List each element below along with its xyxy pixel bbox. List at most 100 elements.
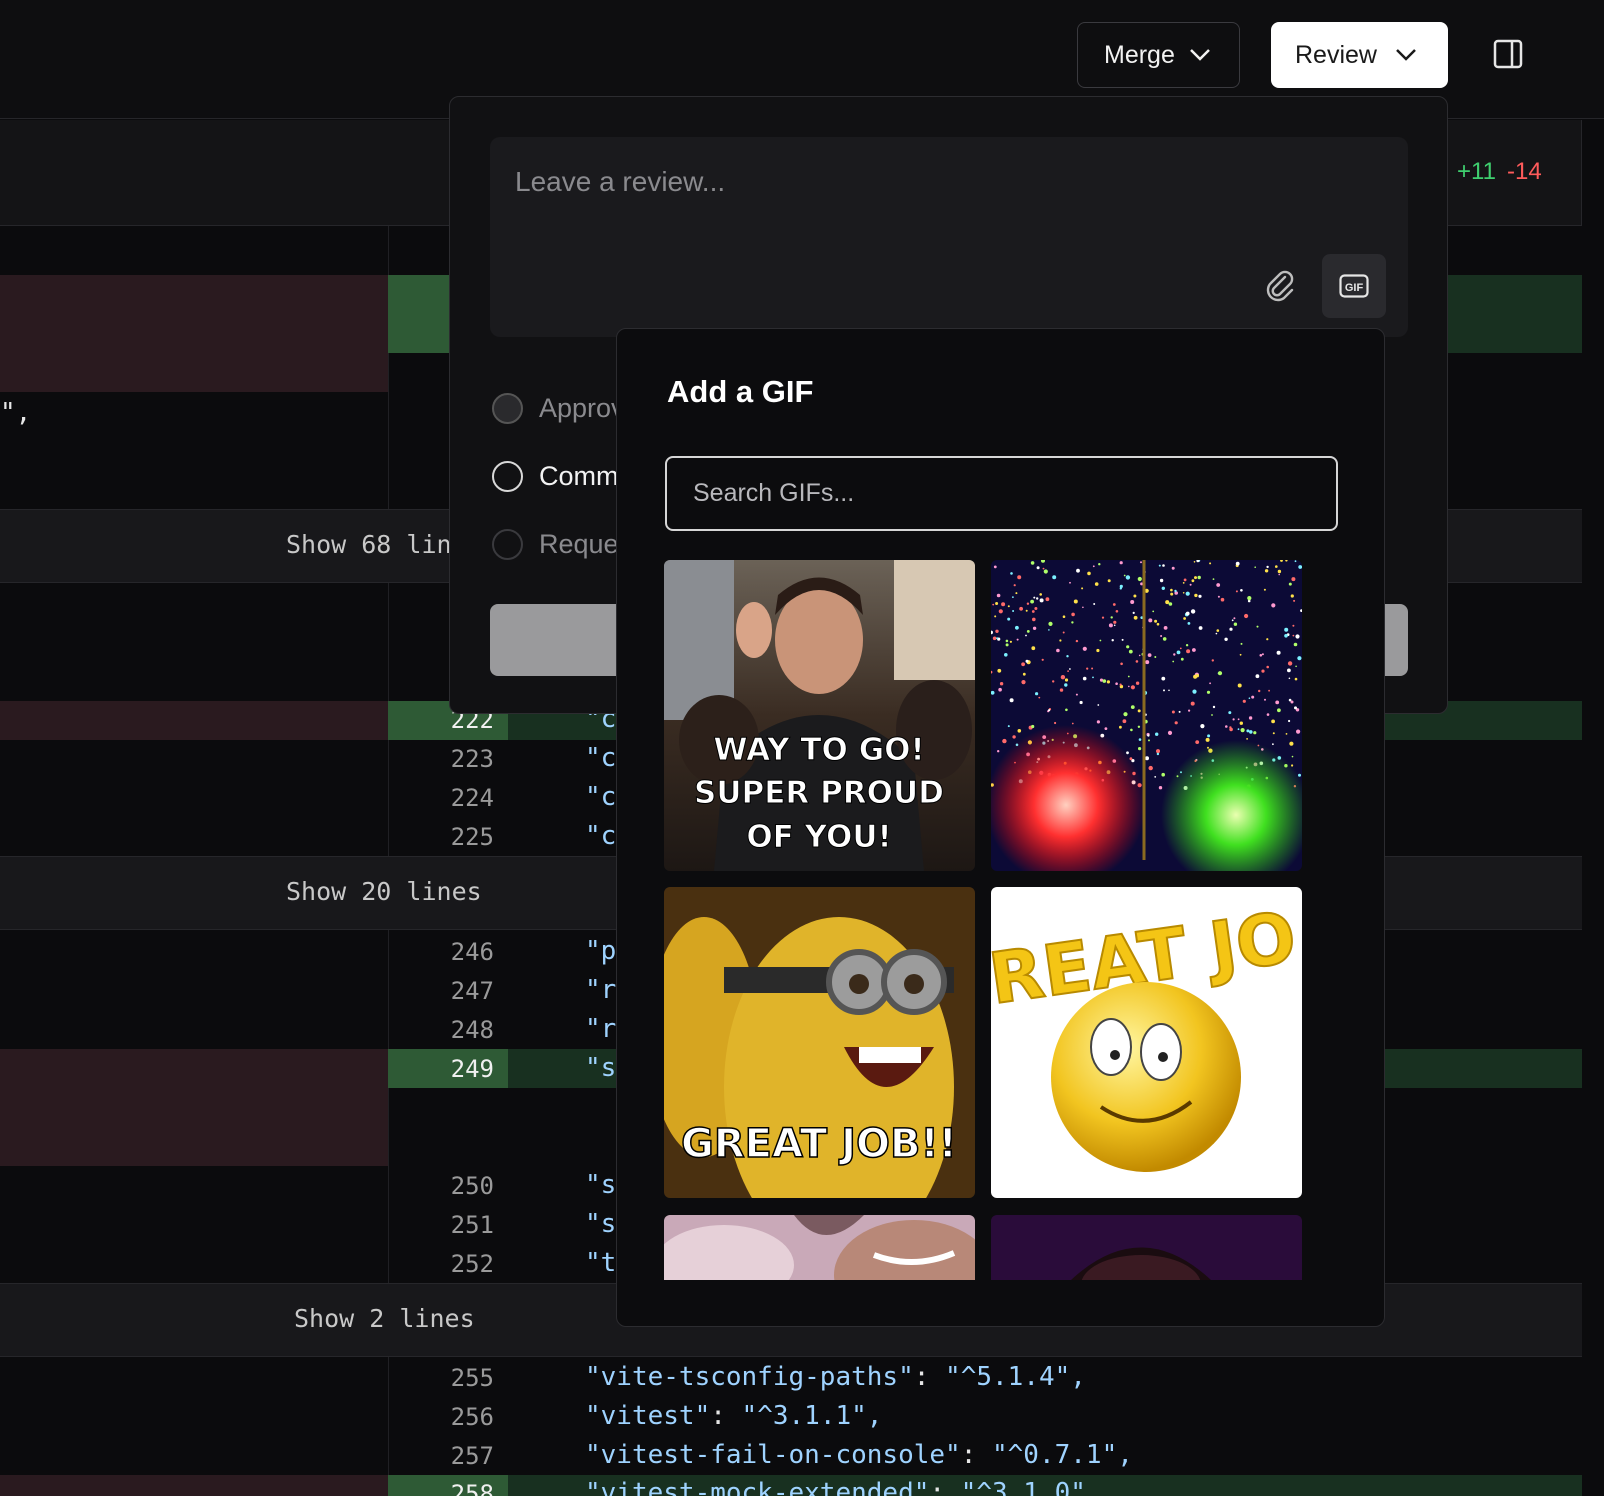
firework-sparkle <box>1147 653 1152 657</box>
firework-sparkle <box>1172 660 1175 663</box>
code-text: "c <box>585 782 617 812</box>
request-changes-radio[interactable] <box>492 529 523 560</box>
firework-sparkle <box>1064 683 1068 687</box>
firework-sparkle <box>1145 660 1150 665</box>
firework-sparkle <box>1007 605 1010 608</box>
firework-sparkle <box>1031 646 1036 651</box>
firework-sparkle <box>992 636 997 641</box>
firework-sparkle <box>1244 613 1249 619</box>
firework-sparkle <box>1032 617 1036 622</box>
firework-sparkle <box>1009 698 1014 703</box>
firework-sparkle <box>1062 615 1066 618</box>
firework-sparkle <box>1110 616 1113 619</box>
expand-lines-label[interactable]: Show 20 lines <box>286 877 482 906</box>
firework-sparkle <box>1217 671 1223 676</box>
gif-caption: WAY TO GO! <box>713 732 924 768</box>
firework-sparkle <box>992 603 995 606</box>
firework-sparkle <box>1062 631 1065 634</box>
gif-item[interactable]: WAY TO GO! SUPER PROUD OF YOU! <box>664 560 975 871</box>
firework-sparkle <box>1066 655 1069 658</box>
firework-sparkle <box>1292 634 1295 637</box>
firework-sparkle <box>1005 639 1009 643</box>
code-text: "r <box>585 975 617 1005</box>
firework-sparkle <box>1168 689 1170 692</box>
comment-radio[interactable] <box>492 461 523 492</box>
firework-sparkle <box>1007 725 1010 728</box>
firework-sparkle <box>1060 675 1066 680</box>
firework-sparkle <box>1036 566 1040 570</box>
firework-sparkle <box>1158 564 1161 567</box>
gif-button[interactable]: GIF <box>1322 254 1386 318</box>
firework-sparkle <box>1173 653 1176 656</box>
gif-image <box>991 560 1302 871</box>
firework-sparkle <box>1239 721 1243 725</box>
firework-sparkle <box>1266 665 1269 669</box>
review-button[interactable]: Review <box>1271 22 1448 88</box>
code-line: "vitest-fail-on-console": "^0.7.1", <box>585 1440 1133 1470</box>
firework-sparkle <box>1215 632 1218 635</box>
firework-sparkle <box>1137 725 1141 728</box>
firework-sparkle <box>1107 579 1111 583</box>
deleted-row <box>0 1049 388 1166</box>
firework-sparkle <box>1009 640 1012 643</box>
review-placeholder: Leave a review... <box>515 166 726 197</box>
gif-item[interactable] <box>991 560 1302 871</box>
firework-sparkle <box>1092 676 1094 679</box>
firework-sparkle <box>1138 654 1141 657</box>
firework-sparkle <box>1263 588 1266 591</box>
firework-sparkle <box>1277 708 1281 713</box>
sidebar-toggle-icon[interactable] <box>1492 38 1524 70</box>
approve-label: Approv <box>539 393 625 423</box>
firework-sparkle <box>1240 728 1245 733</box>
request-changes-label: Reque <box>539 529 619 559</box>
firework-sparkle <box>1042 567 1045 570</box>
firework-sparkle <box>1170 588 1173 592</box>
firework-sparkle <box>1288 719 1291 723</box>
merge-button[interactable]: Merge <box>1077 22 1240 88</box>
firework-sparkle <box>1212 705 1216 709</box>
firework-sparkle <box>1059 688 1064 692</box>
firework-sparkle <box>1148 618 1153 623</box>
gif-item[interactable] <box>664 1215 975 1280</box>
firework-sparkle <box>1287 668 1291 673</box>
firework-sparkle <box>1082 606 1084 609</box>
gif-search-input[interactable] <box>665 456 1338 531</box>
firework-sparkle <box>1205 737 1210 742</box>
firework-sparkle <box>1162 564 1165 567</box>
line-number: 224 <box>450 784 494 812</box>
code-text: "t <box>585 1248 617 1278</box>
firework-sparkle <box>1264 569 1269 573</box>
firework-sparkle <box>1130 685 1135 690</box>
firework-sparkle <box>995 629 999 633</box>
firework-sparkle <box>1193 561 1196 563</box>
firework-sparkle <box>1133 594 1137 598</box>
firework-sparkle <box>1161 586 1165 590</box>
paperclip-icon[interactable] <box>1263 268 1297 302</box>
firework-sparkle <box>1127 675 1130 678</box>
firework-sparkle <box>1159 578 1164 583</box>
firework-sparkle <box>1048 629 1050 631</box>
firework-sparkle <box>1248 697 1251 699</box>
gif-item[interactable]: REAT JO <box>991 887 1302 1198</box>
firework-sparkle <box>1048 709 1051 712</box>
gif-item[interactable] <box>991 1215 1302 1280</box>
gif-caption: OF YOU! <box>746 819 891 855</box>
firework-sparkle <box>1026 630 1030 633</box>
firework-sparkle <box>1007 617 1011 621</box>
firework-sparkle <box>1212 578 1215 580</box>
firework-sparkle <box>1035 692 1039 696</box>
firework-sparkle <box>1038 696 1041 699</box>
firework-sparkle <box>1180 657 1184 661</box>
expand-lines-label[interactable]: Show 2 lines <box>294 1304 475 1333</box>
firework-sparkle <box>1086 667 1089 670</box>
firework-sparkle <box>1298 565 1302 569</box>
firework-sparkle <box>1132 611 1135 614</box>
firework-sparkle <box>1099 639 1102 642</box>
chevron-down-icon <box>1396 49 1416 61</box>
firework-sparkle <box>1294 677 1298 681</box>
firework-sparkle <box>1237 728 1240 731</box>
firework-sparkle <box>1135 660 1139 663</box>
approve-radio[interactable] <box>492 393 523 424</box>
gif-item[interactable]: GREAT JOB!! <box>664 887 975 1198</box>
firework-sparkle <box>1228 711 1232 715</box>
